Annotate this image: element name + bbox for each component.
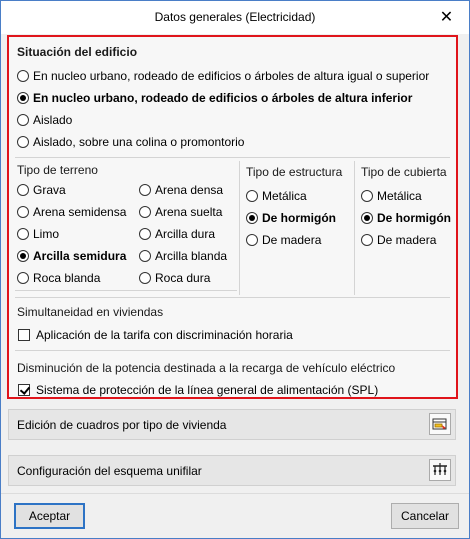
disminucion-title: Disminución de la potencia destinada a l…: [17, 361, 396, 375]
estructura-option-label: De hormigón: [262, 211, 336, 225]
title-bar: Datos generales (Electricidad) ✕: [1, 1, 469, 34]
terreno-option-roca-dura[interactable]: Roca dura: [139, 271, 210, 285]
situacion-option-2[interactable]: En nucleo urbano, rodeado de edificios o…: [17, 91, 412, 105]
terreno-option-label: Arcilla blanda: [155, 249, 228, 263]
checkbox-checked[interactable]: [18, 384, 30, 396]
divider: [15, 297, 450, 298]
radio-button[interactable]: [17, 272, 29, 284]
estructura-title: Tipo de estructura: [246, 165, 343, 179]
cubierta-option-madera[interactable]: De madera: [361, 233, 436, 247]
terreno-option-arena-semidensa[interactable]: Arena semidensa: [17, 205, 126, 219]
terreno-option-arena-densa[interactable]: Arena densa: [139, 183, 223, 197]
radio-button-selected[interactable]: [246, 212, 258, 224]
divider: [15, 157, 450, 158]
radio-button-selected[interactable]: [17, 250, 29, 262]
terreno-title: Tipo de terreno: [17, 163, 98, 177]
terreno-option-label: Roca dura: [155, 271, 211, 285]
cubierta-option-hormigon[interactable]: De hormigón: [361, 211, 451, 225]
cubierta-title: Tipo de cubierta: [361, 165, 447, 179]
terreno-option-roca-blanda[interactable]: Roca blanda: [17, 271, 100, 285]
terreno-option-label: Arcilla semidura: [33, 249, 127, 263]
cubierta-option-label: Metálica: [377, 189, 422, 203]
terreno-option-arcilla-semidura[interactable]: Arcilla semidura: [17, 249, 126, 263]
situacion-title: Situación del edificio: [17, 45, 138, 59]
situacion-option-label: En nucleo urbano, rodeado de edificios o…: [33, 69, 430, 83]
checkbox-label: Aplicación de la tarifa con discriminaci…: [36, 328, 293, 342]
checkbox[interactable]: [18, 329, 30, 341]
radio-button[interactable]: [17, 70, 29, 82]
radio-button-selected[interactable]: [17, 92, 29, 104]
terreno-option-label: Arena suelta: [155, 205, 223, 219]
divider: [15, 350, 450, 351]
tarifa-discriminacion-checkbox[interactable]: Aplicación de la tarifa con discriminaci…: [18, 328, 293, 342]
divider: [239, 161, 240, 295]
edicion-cuadros-label: Edición de cuadros por tipo de vivienda: [17, 418, 227, 432]
divider: [15, 290, 237, 291]
radio-button[interactable]: [17, 184, 29, 196]
configuracion-esquema-bar[interactable]: Configuración del esquema unifilar: [8, 455, 456, 486]
situacion-option-label: En nucleo urbano, rodeado de edificios o…: [33, 91, 413, 105]
estructura-option-madera[interactable]: De madera: [246, 233, 321, 247]
estructura-option-metalica[interactable]: Metálica: [246, 189, 307, 203]
dialog-window: Datos generales (Electricidad) ✕ Situaci…: [0, 0, 470, 539]
spl-checkbox[interactable]: Sistema de protección de la línea genera…: [18, 383, 378, 397]
terreno-option-arena-suelta[interactable]: Arena suelta: [139, 205, 222, 219]
cubierta-option-metalica[interactable]: Metálica: [361, 189, 422, 203]
radio-button[interactable]: [17, 228, 29, 240]
accept-button[interactable]: Aceptar: [14, 503, 85, 529]
radio-button[interactable]: [17, 206, 29, 218]
single-line-diagram-icon[interactable]: [429, 459, 451, 481]
configuracion-esquema-label: Configuración del esquema unifilar: [17, 464, 202, 478]
radio-button[interactable]: [139, 272, 151, 284]
radio-button[interactable]: [361, 190, 373, 202]
situacion-option-4[interactable]: Aislado, sobre una colina o promontorio: [17, 135, 244, 149]
cubierta-option-label: De madera: [377, 233, 437, 247]
radio-button[interactable]: [139, 206, 151, 218]
estructura-option-hormigon[interactable]: De hormigón: [246, 211, 336, 225]
terreno-option-arcilla-dura[interactable]: Arcilla dura: [139, 227, 215, 241]
terreno-option-label: Grava: [33, 183, 66, 197]
window-title: Datos generales (Electricidad): [154, 10, 316, 24]
general-data-panel: Situación del edificio En nucleo urbano,…: [7, 35, 458, 399]
radio-button[interactable]: [361, 234, 373, 246]
cubierta-option-label: De hormigón: [377, 211, 451, 225]
situacion-option-1[interactable]: En nucleo urbano, rodeado de edificios o…: [17, 69, 429, 83]
divider: [354, 161, 355, 295]
situacion-option-label: Aislado, sobre una colina o promontorio: [33, 135, 245, 149]
estructura-option-label: De madera: [262, 233, 322, 247]
situacion-option-3[interactable]: Aislado: [17, 113, 72, 127]
estructura-option-label: Metálica: [262, 189, 307, 203]
cancel-button[interactable]: Cancelar: [391, 503, 459, 529]
radio-button[interactable]: [139, 250, 151, 262]
terreno-option-label: Roca blanda: [33, 271, 101, 285]
terreno-option-label: Arena semidensa: [33, 205, 127, 219]
radio-button[interactable]: [139, 184, 151, 196]
radio-button-selected[interactable]: [361, 212, 373, 224]
edicion-cuadros-bar[interactable]: Edición de cuadros por tipo de vivienda: [8, 409, 456, 440]
terreno-option-label: Arcilla dura: [155, 227, 216, 241]
terreno-option-label: Arena densa: [155, 183, 224, 197]
radio-button[interactable]: [246, 234, 258, 246]
terreno-option-label: Limo: [33, 227, 60, 241]
terreno-option-limo[interactable]: Limo: [17, 227, 59, 241]
checkbox-label: Sistema de protección de la línea genera…: [36, 383, 379, 397]
radio-button[interactable]: [139, 228, 151, 240]
situacion-option-label: Aislado: [33, 113, 73, 127]
radio-button[interactable]: [17, 114, 29, 126]
close-icon[interactable]: ✕: [424, 1, 469, 34]
terreno-option-arcilla-blanda[interactable]: Arcilla blanda: [139, 249, 227, 263]
edit-table-icon[interactable]: [429, 413, 451, 435]
terreno-option-grava[interactable]: Grava: [17, 183, 66, 197]
footer-divider: [1, 493, 469, 494]
simultaneidad-title: Simultaneidad en viviendas: [17, 305, 164, 319]
radio-button[interactable]: [246, 190, 258, 202]
radio-button[interactable]: [17, 136, 29, 148]
